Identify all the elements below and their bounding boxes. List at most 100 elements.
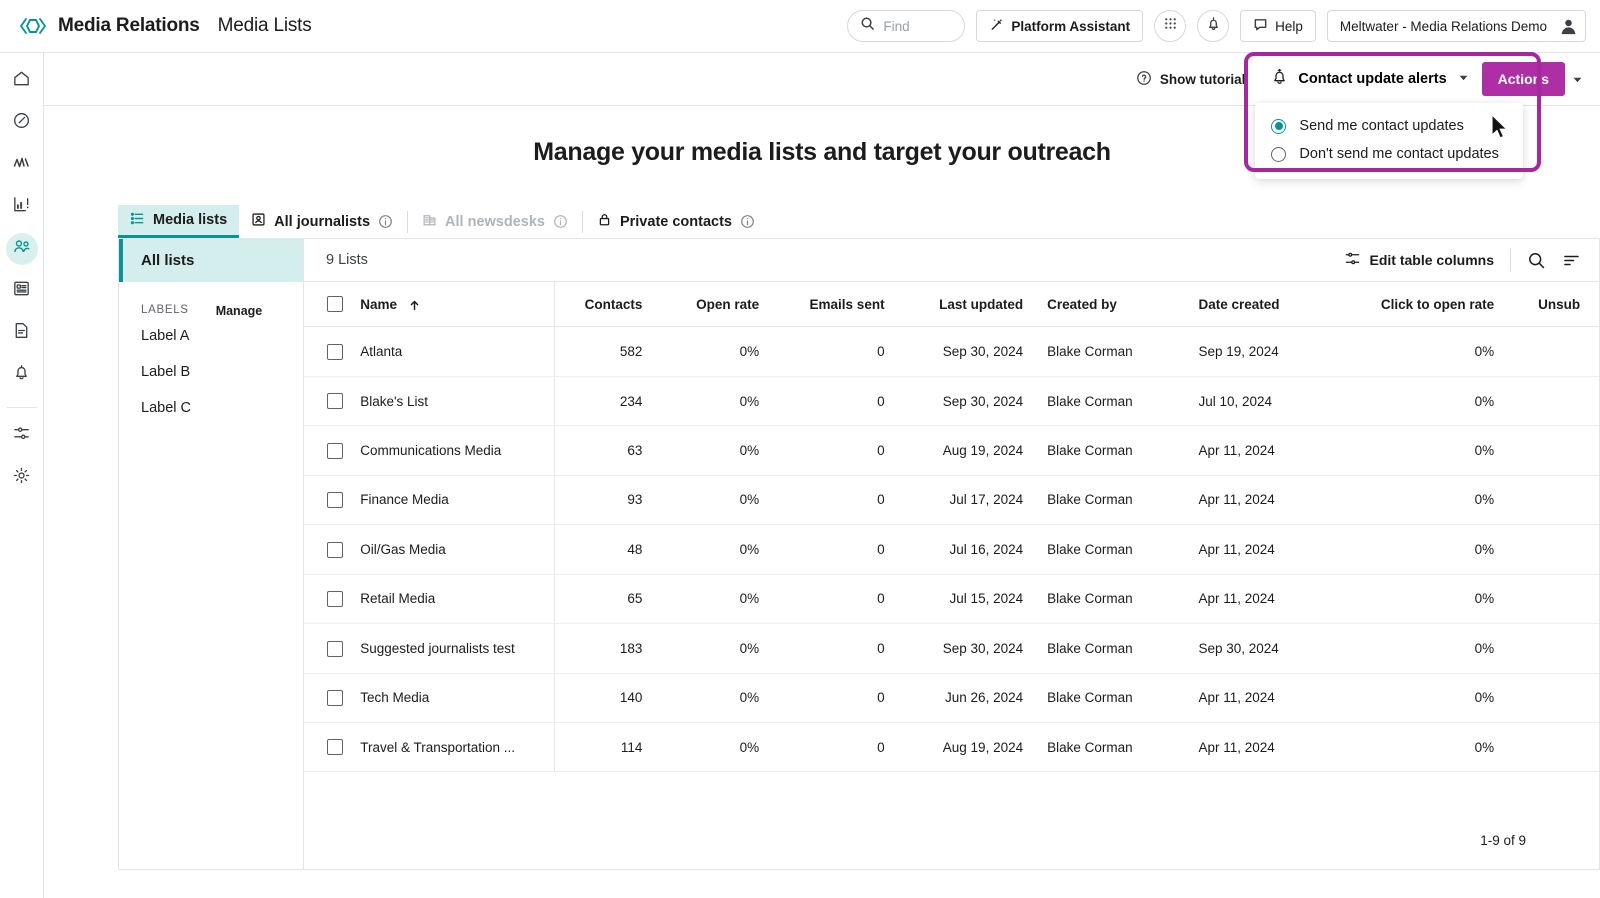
row-checkbox[interactable] [327,739,344,756]
info-icon[interactable] [740,214,755,229]
info-icon[interactable] [553,214,568,229]
cell-name[interactable]: Atlanta [360,326,556,377]
cell-name[interactable]: Finance Media [360,475,556,526]
row-checkbox-cell[interactable] [304,574,361,625]
account-button[interactable]: Meltwater - Media Relations Demo [1326,10,1586,42]
cell-emails-sent: 0 [773,326,899,377]
radio-unselected-icon[interactable] [1271,146,1287,162]
actions-chevron-down-icon[interactable] [1565,62,1584,96]
search-input[interactable] [883,18,954,34]
column-header-contacts[interactable]: Contacts [554,282,657,328]
menu-item-label: Send me contact updates [1299,118,1464,134]
table-row[interactable]: Communications Media 63 0% 0 Aug 19, 202… [304,425,1599,476]
user-avatar-icon [1557,15,1579,37]
cell-last-updated: Sep 30, 2024 [898,326,1040,377]
label-item-c[interactable]: Label C [119,390,303,426]
cell-date-created: Apr 11, 2024 [1190,574,1348,625]
column-header-last-updated[interactable]: Last updated [898,282,1040,328]
rail-item-pulse[interactable] [6,149,38,181]
label-item-a[interactable]: Label A [119,318,303,354]
row-checkbox[interactable] [327,492,344,509]
column-header-created-by[interactable]: Created by [1039,282,1191,328]
rail-item-contacts[interactable] [5,233,38,265]
notifications-button[interactable] [1197,10,1230,42]
rail-item-explore[interactable] [6,107,38,139]
table-row[interactable]: Oil/Gas Media 48 0% 0 Jul 16, 2024 Blake… [304,524,1599,575]
show-tutorial-button[interactable]: Show tutorial [1136,70,1245,89]
cell-name[interactable]: Retail Media [360,574,556,625]
rail-item-analytics[interactable] [6,191,38,223]
cell-name[interactable]: Tech Media [360,673,556,723]
row-checkbox-cell[interactable] [304,475,361,526]
radio-selected-icon[interactable] [1271,118,1287,134]
menu-item-send-updates[interactable]: Send me contact updates [1255,112,1523,140]
rail-item-settings[interactable] [6,462,38,494]
search-box[interactable] [847,10,966,42]
select-all-checkbox[interactable] [327,296,344,313]
row-checkbox-cell[interactable] [304,623,361,674]
column-header-open-rate[interactable]: Open rate [656,282,774,328]
help-button[interactable]: Help [1240,10,1316,42]
row-checkbox[interactable] [327,689,344,706]
row-checkbox-cell[interactable] [304,673,361,723]
tab-all-journalists[interactable]: All journalists [239,205,405,238]
column-header-name[interactable]: Name [360,282,556,328]
row-checkbox[interactable] [327,393,344,410]
row-checkbox[interactable] [327,442,344,459]
column-header-unsub[interactable]: Unsub [1520,282,1599,328]
column-header-click-to-open-rate[interactable]: Click to open rate [1347,282,1521,328]
rail-item-reports[interactable] [6,317,38,349]
row-checkbox[interactable] [327,591,344,608]
table-search-icon[interactable] [1527,251,1546,270]
row-checkbox-cell[interactable] [304,524,361,575]
label-item-b[interactable]: Label B [119,354,303,390]
menu-item-dont-send-updates[interactable]: Don't send me contact updates [1255,140,1523,168]
cell-emails-sent: 0 [773,475,899,526]
info-icon[interactable] [378,214,393,229]
actions-button[interactable]: Actions [1481,62,1565,96]
select-all-header[interactable] [304,282,361,328]
manage-labels-button[interactable]: Manage [216,304,263,318]
activity-icon [12,153,32,178]
row-checkbox-cell[interactable] [304,722,361,773]
grid-apps-icon [1163,16,1178,36]
row-checkbox-cell[interactable] [304,326,361,377]
contact-update-alerts-button[interactable]: Contact update alerts [1259,62,1482,96]
row-checkbox[interactable] [327,343,344,360]
cell-name[interactable]: Travel & Transportation ... [360,722,556,773]
table-sort-icon[interactable] [1562,251,1581,270]
table-row[interactable]: Blake's List 234 0% 0 Sep 30, 2024 Blake… [304,376,1599,427]
tab-media-lists[interactable]: Media lists [118,205,240,238]
platform-assistant-button[interactable]: Platform Assistant [976,10,1144,42]
row-checkbox-cell[interactable] [304,376,361,427]
row-checkbox[interactable] [327,640,344,657]
cell-name[interactable]: Blake's List [360,376,556,427]
table-row[interactable]: Finance Media 93 0% 0 Jul 17, 2024 Blake… [304,475,1599,526]
contact-update-alerts-label: Contact update alerts [1298,71,1447,87]
cell-name[interactable]: Oil/Gas Media [360,524,556,575]
content-tabs: Media lists All journalists All newsdesk… [118,205,1600,238]
table-row[interactable]: Retail Media 65 0% 0 Jul 15, 2024 Blake … [304,574,1599,625]
cell-click-to-open-rate: 0% [1347,425,1521,476]
table-row[interactable]: Suggested journalists test 183 0% 0 Sep … [304,623,1599,674]
table-row[interactable]: Atlanta 582 0% 0 Sep 30, 2024 Blake Corm… [304,326,1599,377]
rail-item-newsroom[interactable] [6,275,38,307]
apps-button[interactable] [1154,10,1187,42]
row-checkbox-cell[interactable] [304,425,361,476]
sidebar-item-all-lists[interactable]: All lists [119,239,303,282]
table-row[interactable]: Tech Media 140 0% 0 Jun 26, 2024 Blake C… [304,673,1599,723]
tab-private-contacts[interactable]: Private contacts [585,205,767,238]
row-checkbox[interactable] [327,541,344,558]
rail-item-home[interactable] [6,65,38,97]
home-icon [12,69,31,93]
cell-name[interactable]: Suggested journalists test [360,623,556,674]
table-row[interactable]: Travel & Transportation ... 114 0% 0 Aug… [304,722,1599,773]
column-header-emails-sent[interactable]: Emails sent [773,282,899,328]
cell-name[interactable]: Communications Media [360,425,556,476]
lists-table-scroll[interactable]: Name Contacts Open rate Emails sent Last… [304,282,1599,811]
rail-item-alerts[interactable] [6,359,38,391]
brand[interactable]: Media Relations Media Lists [0,15,312,37]
column-header-date-created[interactable]: Date created [1190,282,1348,328]
edit-table-columns-button[interactable]: Edit table columns [1344,250,1494,270]
rail-item-preferences[interactable] [6,420,38,452]
